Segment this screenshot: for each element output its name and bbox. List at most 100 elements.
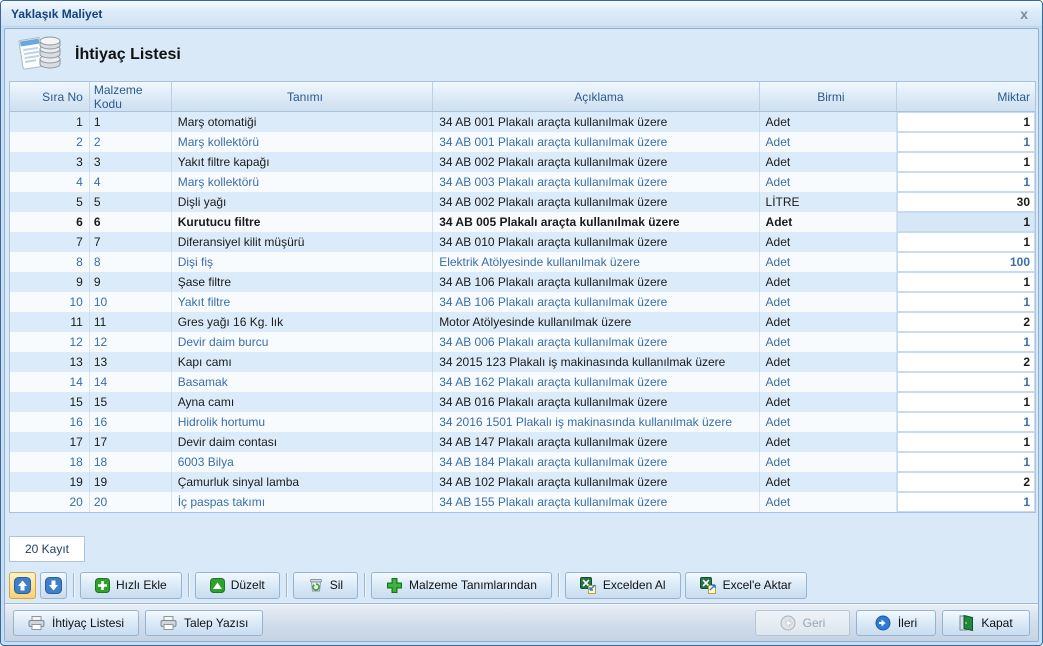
cell-row-no: 12 — [10, 332, 90, 352]
record-count-badge: 20 Kayıt — [9, 536, 85, 562]
toolbar-separator — [286, 573, 287, 597]
print-request-letter-button[interactable]: Talep Yazısı — [145, 610, 263, 636]
cell-description: 34 AB 010 Plakalı araçta kullanılmak üze… — [433, 232, 759, 252]
printer-icon — [28, 616, 45, 630]
cell-unit: Adet — [760, 332, 898, 352]
col-header-tanimi[interactable]: Tanımı — [172, 82, 433, 111]
cell-quantity[interactable]: 1 — [897, 392, 1035, 412]
title-bar[interactable]: Yaklaşık Maliyet x — [1, 1, 1042, 27]
cell-row-no: 17 — [10, 432, 90, 452]
cell-definition: Çamurluk sinyal lamba — [172, 472, 433, 492]
table-row[interactable]: 1717Devir daim contası34 AB 147 Plakalı … — [10, 432, 1035, 452]
edit-button[interactable]: Düzelt — [195, 572, 280, 599]
excel-export-button[interactable]: Excel'e Aktar — [685, 572, 807, 599]
col-header-malzeme-kodu[interactable]: Malzeme Kodu — [90, 82, 172, 111]
col-header-sira-no[interactable]: Sıra No — [10, 82, 90, 111]
excel-import-button[interactable]: Excelden Al — [565, 572, 681, 599]
cell-quantity[interactable]: 1 — [897, 332, 1035, 352]
toolbar-separator — [188, 573, 189, 597]
cell-quantity[interactable]: 1 — [897, 452, 1035, 472]
cell-definition: Kapı camı — [172, 352, 433, 372]
cell-quantity[interactable]: 1 — [897, 112, 1035, 132]
cell-row-no: 7 — [10, 232, 90, 252]
cell-quantity[interactable]: 30 — [897, 192, 1035, 212]
table-row[interactable]: 1919Çamurluk sinyal lamba34 AB 102 Plaka… — [10, 472, 1035, 492]
col-header-aciklama[interactable]: Açıklama — [433, 82, 759, 111]
cell-definition: Ayna camı — [172, 392, 433, 412]
move-down-button[interactable] — [40, 572, 67, 599]
toolbar-separator — [558, 573, 559, 597]
cell-quantity[interactable]: 2 — [897, 312, 1035, 332]
cell-row-no: 18 — [10, 452, 90, 472]
cell-definition: Şase filtre — [172, 272, 433, 292]
table-row[interactable]: 88Dişi fişElektrik Atölyesinde kullanılm… — [10, 252, 1035, 272]
cell-quantity[interactable]: 1 — [897, 132, 1035, 152]
cell-unit: LİTRE — [760, 192, 898, 212]
table-row[interactable]: 2020İç paspas takımı34 AB 155 Plakalı ar… — [10, 492, 1035, 512]
cell-definition: Gres yağı 16 Kg. lık — [172, 312, 433, 332]
table-row[interactable]: 1313Kapı camı34 2015 123 Plakalı iş maki… — [10, 352, 1035, 372]
cell-quantity[interactable]: 1 — [897, 292, 1035, 312]
from-material-defs-button[interactable]: Malzeme Tanımlarından — [371, 572, 552, 599]
forward-button[interactable]: İleri — [856, 610, 936, 636]
cell-definition: Devir daim contası — [172, 432, 433, 452]
cell-row-no: 10 — [10, 292, 90, 312]
col-header-miktar[interactable]: Miktar — [897, 82, 1035, 111]
cell-quantity[interactable]: 1 — [897, 432, 1035, 452]
delete-button[interactable]: Sil — [293, 572, 358, 599]
cell-row-no: 16 — [10, 412, 90, 432]
cell-material-code: 14 — [90, 372, 172, 392]
page-header: İhtiyaç Listesi — [5, 29, 1038, 81]
edit-icon — [210, 578, 225, 593]
toolbar-separator — [73, 573, 74, 597]
plus-icon — [386, 577, 403, 594]
cell-unit: Adet — [760, 412, 898, 432]
table-row[interactable]: 55Dişli yağı34 AB 002 Plakalı araçta kul… — [10, 192, 1035, 212]
table-row[interactable]: 1111Gres yağı 16 Kg. lıkMotor Atölyesind… — [10, 312, 1035, 332]
table-row[interactable]: 1212Devir daim burcu34 AB 006 Plakalı ar… — [10, 332, 1035, 352]
table-row[interactable]: 1616Hidrolik hortumu34 2016 1501 Plakalı… — [10, 412, 1035, 432]
close-icon[interactable]: x — [1016, 7, 1032, 21]
cell-material-code: 9 — [90, 272, 172, 292]
cell-definition: Marş otomatiği — [172, 112, 433, 132]
cell-quantity[interactable]: 2 — [897, 352, 1035, 372]
table-header: Sıra No Malzeme Kodu Tanımı Açıklama Bir… — [10, 82, 1035, 112]
cell-quantity[interactable]: 1 — [897, 152, 1035, 172]
cell-quantity[interactable]: 1 — [897, 372, 1035, 392]
toolbar-separator — [364, 573, 365, 597]
window-title: Yaklaşık Maliyet — [11, 7, 1016, 21]
record-count-label: 20 Kayıt — [25, 542, 69, 556]
table-row[interactable]: 1414Basamak34 AB 162 Plakalı araçta kull… — [10, 372, 1035, 392]
table-row[interactable]: 77Diferansiyel kilit müşürü34 AB 010 Pla… — [10, 232, 1035, 252]
table-row[interactable]: 99Şase filtre34 AB 106 Plakalı araçta ku… — [10, 272, 1035, 292]
table-row[interactable]: 44Marş kollektörü34 AB 003 Plakalı araçt… — [10, 172, 1035, 192]
cell-quantity[interactable]: 1 — [897, 172, 1035, 192]
table-row[interactable]: 1515Ayna camı34 AB 016 Plakalı araçta ku… — [10, 392, 1035, 412]
table-row[interactable]: 11Marş otomatiği34 AB 001 Plakalı araçta… — [10, 112, 1035, 132]
close-button[interactable]: Kapat — [942, 610, 1030, 636]
cell-quantity[interactable]: 1 — [897, 212, 1035, 232]
door-exit-icon — [959, 615, 974, 631]
col-header-birmi[interactable]: Birmi — [760, 82, 898, 111]
print-needs-list-button[interactable]: İhtiyaç Listesi — [13, 610, 139, 636]
cell-quantity[interactable]: 1 — [897, 492, 1035, 512]
move-up-button[interactable] — [9, 572, 36, 599]
needs-table: Sıra No Malzeme Kodu Tanımı Açıklama Bir… — [9, 81, 1036, 513]
excel-import-icon — [580, 577, 597, 594]
cell-quantity[interactable]: 1 — [897, 272, 1035, 292]
cell-quantity[interactable]: 1 — [897, 412, 1035, 432]
cell-quantity[interactable]: 1 — [897, 232, 1035, 252]
table-row[interactable]: 33Yakıt filtre kapağı34 AB 002 Plakalı a… — [10, 152, 1035, 172]
cell-unit: Adet — [760, 352, 898, 372]
table-row[interactable]: 1010Yakıt filtre34 AB 106 Plakalı araçta… — [10, 292, 1035, 312]
cell-material-code: 4 — [90, 172, 172, 192]
quick-add-button[interactable]: Hızlı Ekle — [80, 572, 182, 599]
table-row[interactable]: 22Marş kollektörü34 AB 001 Plakalı araçt… — [10, 132, 1035, 152]
cell-unit: Adet — [760, 112, 898, 132]
table-row[interactable]: 66Kurutucu filtre34 AB 005 Plakalı araçt… — [10, 212, 1035, 232]
table-row[interactable]: 18186003 Bilya34 AB 184 Plakalı araçta k… — [10, 452, 1035, 472]
cell-quantity[interactable]: 100 — [897, 252, 1035, 272]
cell-quantity[interactable]: 2 — [897, 472, 1035, 492]
cell-description: Elektrik Atölyesinde kullanılmak üzere — [433, 252, 759, 272]
cell-definition: Basamak — [172, 372, 433, 392]
